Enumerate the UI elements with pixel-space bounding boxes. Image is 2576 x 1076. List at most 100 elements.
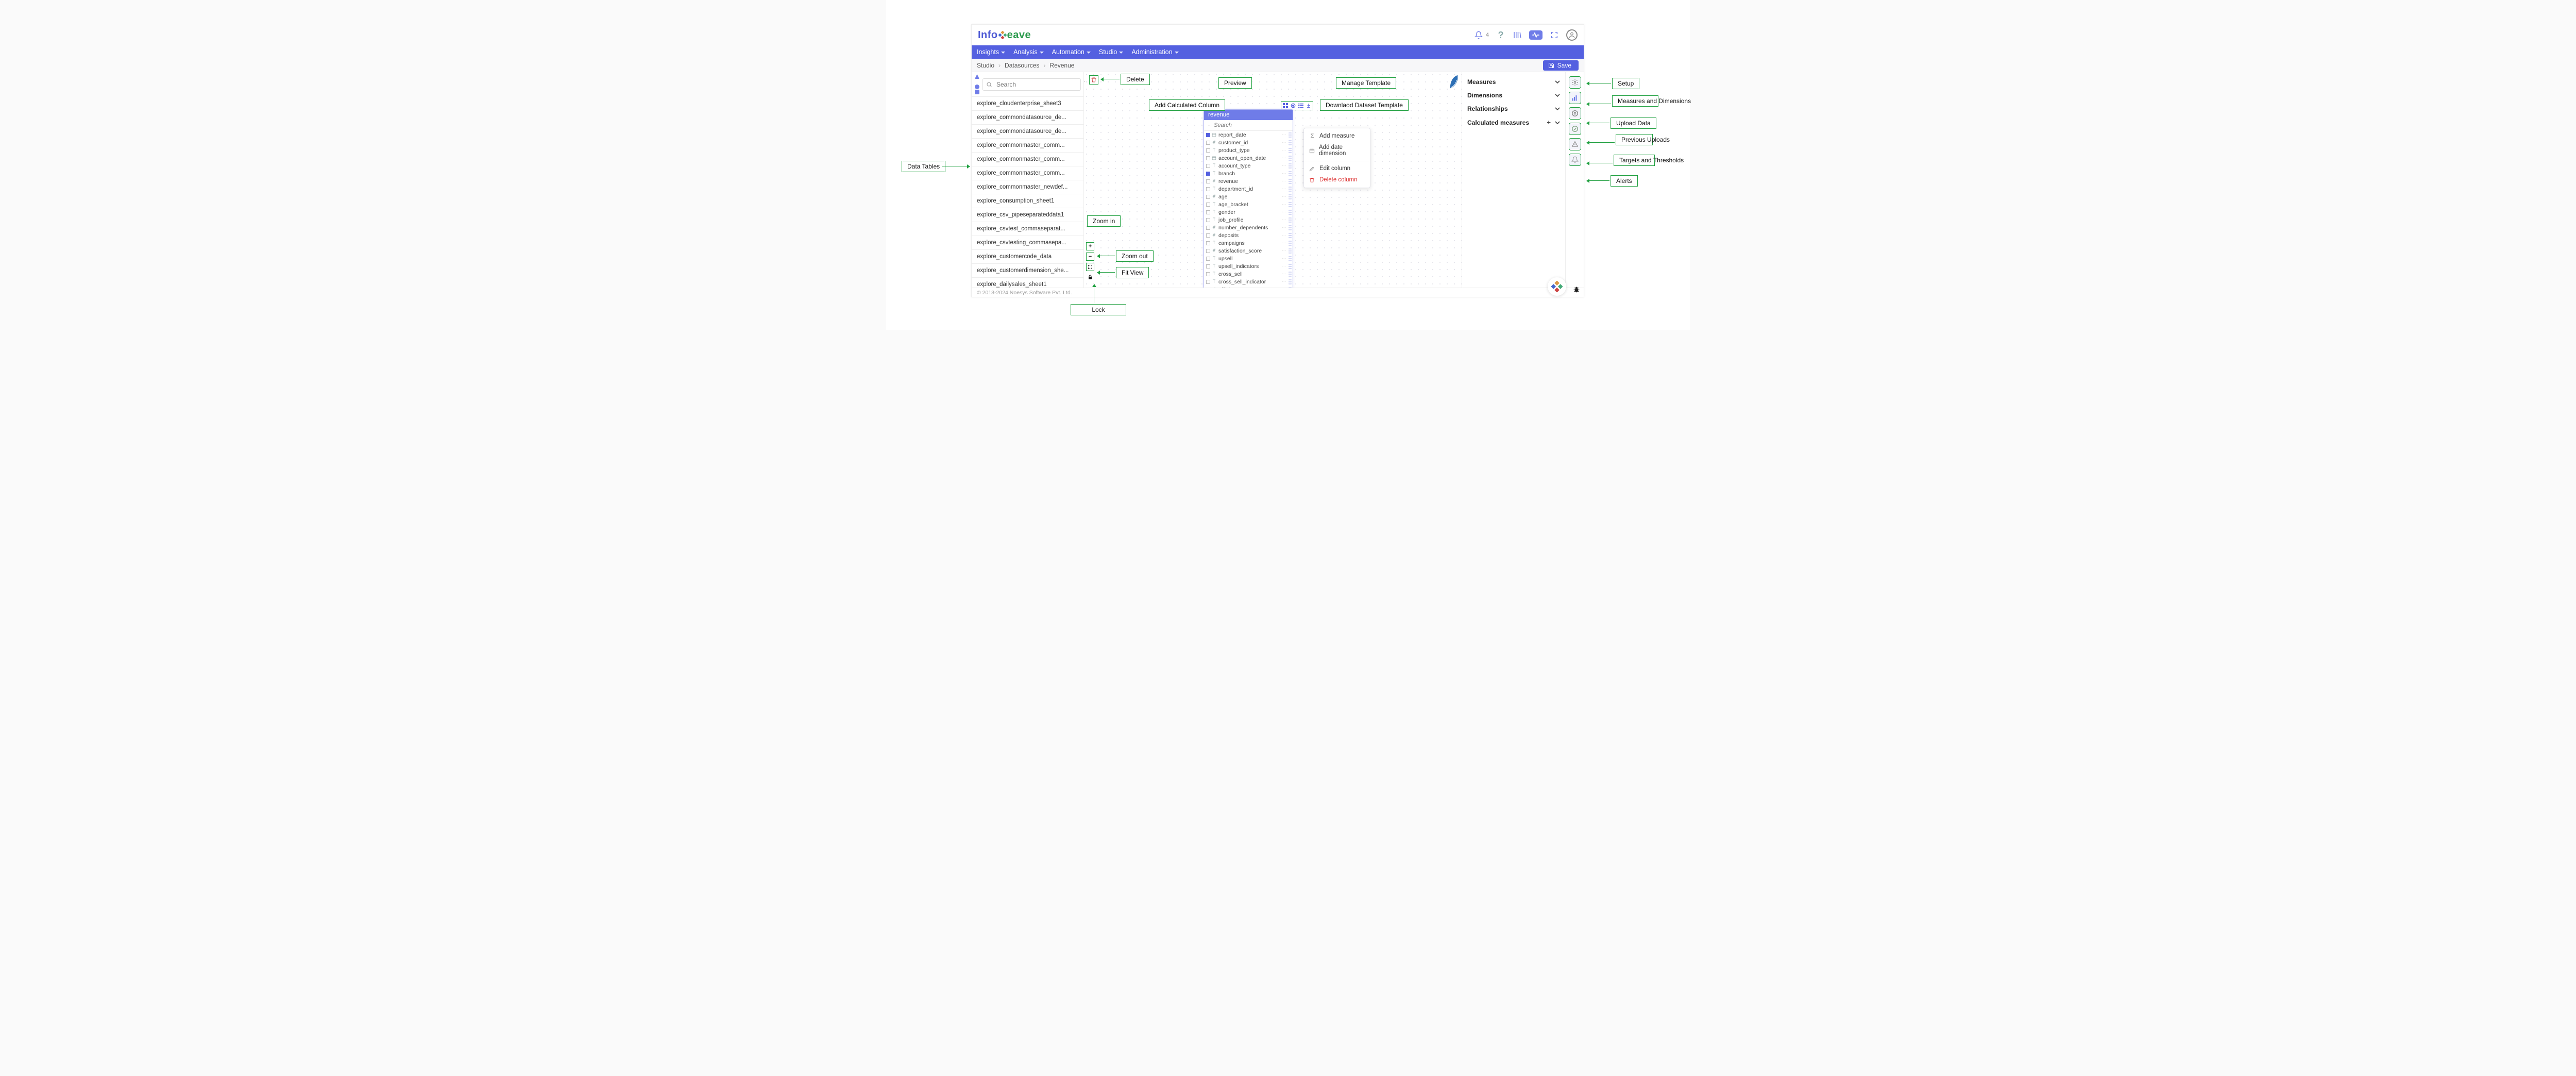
drag-handle-icon[interactable]: [1289, 163, 1292, 169]
table-row[interactable]: explore_csvtest_commaseparat...: [972, 222, 1083, 236]
manage-template-button[interactable]: [1297, 102, 1304, 109]
field-row[interactable]: report_date··: [1204, 131, 1293, 139]
table-row[interactable]: explore_dailysales_sheet1: [972, 278, 1083, 288]
checkbox[interactable]: [1206, 141, 1210, 145]
field-options-icon[interactable]: ··: [1281, 132, 1287, 138]
bell-icon[interactable]: [1474, 30, 1483, 40]
crumb-datasources[interactable]: Datasources: [1005, 62, 1039, 69]
table-row[interactable]: explore_commonmaster_newdef...: [972, 180, 1083, 194]
table-row[interactable]: explore_commonmaster_comm...: [972, 166, 1083, 180]
field-row[interactable]: Tage_bracket··: [1204, 200, 1293, 208]
download-template-button[interactable]: [1305, 102, 1312, 109]
field-options-icon[interactable]: ··: [1281, 155, 1287, 161]
field-row[interactable]: #revenue··: [1204, 177, 1293, 185]
drag-handle-icon[interactable]: [1289, 194, 1292, 199]
field-row[interactable]: #number_dependents··: [1204, 224, 1293, 231]
menu-studio[interactable]: Studio: [1099, 48, 1123, 56]
previous-uploads-button[interactable]: [1569, 123, 1581, 135]
field-options-icon[interactable]: ··: [1281, 147, 1287, 153]
plus-icon[interactable]: +: [1547, 119, 1551, 126]
drag-handle-icon[interactable]: [1289, 264, 1292, 269]
field-row[interactable]: Tupsell··: [1204, 255, 1293, 262]
checkbox[interactable]: [1206, 210, 1210, 214]
checkbox[interactable]: [1206, 233, 1210, 238]
field-options-icon[interactable]: ··: [1281, 263, 1287, 269]
crumb-studio[interactable]: Studio: [977, 62, 994, 69]
drag-handle-icon[interactable]: [1289, 140, 1292, 145]
field-row[interactable]: Tgender··: [1204, 208, 1293, 216]
checkbox[interactable]: [1206, 148, 1210, 153]
shapes-icon[interactable]: [975, 74, 979, 94]
menu-insights[interactable]: Insights: [977, 48, 1005, 56]
field-options-icon[interactable]: ··: [1281, 194, 1287, 199]
table-card-search[interactable]: [1204, 120, 1293, 131]
help-icon[interactable]: ?: [1496, 30, 1505, 40]
drag-handle-icon[interactable]: [1289, 156, 1292, 161]
ctx-delete-column[interactable]: Delete column: [1304, 174, 1370, 186]
ctx-edit-column[interactable]: Edit column: [1304, 163, 1370, 174]
field-options-icon[interactable]: ··: [1281, 217, 1287, 223]
field-options-icon[interactable]: ··: [1281, 232, 1287, 238]
field-options-icon[interactable]: ··: [1281, 201, 1287, 207]
drag-handle-icon[interactable]: [1289, 187, 1292, 192]
floating-logo-icon[interactable]: [1548, 277, 1566, 296]
checkbox[interactable]: [1206, 156, 1210, 160]
field-row[interactable]: Tcross_sell_indicator··: [1204, 278, 1293, 285]
checkbox[interactable]: [1206, 218, 1210, 222]
field-row[interactable]: #deposits··: [1204, 231, 1293, 239]
field-row[interactable]: Tproduct_type··: [1204, 146, 1293, 154]
field-row[interactable]: account_open_date··: [1204, 154, 1293, 162]
field-row[interactable]: Tcampaigns··: [1204, 239, 1293, 247]
field-row[interactable]: #satisfaction_score··: [1204, 247, 1293, 255]
field-options-icon[interactable]: ··: [1281, 178, 1287, 184]
field-options-icon[interactable]: ··: [1281, 256, 1287, 261]
sidebar-search-input[interactable]: [995, 80, 1077, 89]
field-row[interactable]: Tcross_sell··: [1204, 270, 1293, 278]
field-options-icon[interactable]: ··: [1281, 186, 1287, 192]
drag-handle-icon[interactable]: [1289, 148, 1292, 153]
upload-data-button[interactable]: [1569, 107, 1581, 120]
drag-handle-icon[interactable]: [1289, 179, 1292, 184]
table-card-revenue[interactable]: revenue report_date··#customer_id··Tprod…: [1204, 109, 1293, 288]
field-options-icon[interactable]: ··: [1281, 140, 1287, 145]
bug-icon[interactable]: [1572, 285, 1581, 294]
field-options-icon[interactable]: ··: [1281, 287, 1287, 288]
field-options-icon[interactable]: ··: [1281, 209, 1287, 215]
field-row[interactable]: Tupsell_indicators··: [1204, 262, 1293, 270]
field-options-icon[interactable]: ··: [1281, 271, 1287, 277]
measures-dimensions-button[interactable]: [1569, 92, 1581, 104]
field-row[interactable]: #affinity_score··: [1204, 285, 1293, 288]
drag-handle-icon[interactable]: [1289, 241, 1292, 246]
targets-thresholds-button[interactable]: [1569, 138, 1581, 150]
acc-calculated-measures[interactable]: Calculated measures+: [1466, 115, 1561, 129]
field-options-icon[interactable]: ··: [1281, 225, 1287, 230]
checkbox[interactable]: [1206, 203, 1210, 207]
table-row[interactable]: explore_customerdimension_she...: [972, 264, 1083, 278]
acc-relationships[interactable]: Relationships: [1466, 102, 1561, 115]
table-row[interactable]: explore_commondatasource_de...: [972, 111, 1083, 125]
field-row[interactable]: Taccount_type··: [1204, 162, 1293, 170]
field-row[interactable]: #age··: [1204, 193, 1293, 200]
table-row[interactable]: explore_commonmaster_comm...: [972, 153, 1083, 166]
drag-handle-icon[interactable]: [1289, 233, 1292, 238]
checkbox[interactable]: [1206, 133, 1210, 137]
field-options-icon[interactable]: ··: [1281, 163, 1287, 169]
fullscreen-icon[interactable]: [1550, 30, 1559, 40]
field-options-icon[interactable]: ··: [1281, 171, 1287, 176]
drag-handle-icon[interactable]: [1289, 225, 1292, 230]
table-row[interactable]: explore_consumption_sheet1: [972, 194, 1083, 208]
drag-handle-icon[interactable]: [1289, 287, 1292, 288]
add-calculated-column-button[interactable]: [1282, 102, 1289, 109]
acc-measures[interactable]: Measures: [1466, 75, 1561, 89]
activity-icon[interactable]: [1529, 30, 1543, 40]
alerts-button[interactable]: [1569, 154, 1581, 166]
table-row[interactable]: explore_csvtesting_commasepa...: [972, 236, 1083, 250]
field-options-icon[interactable]: ··: [1281, 240, 1287, 246]
zoom-in-button[interactable]: +: [1086, 242, 1094, 250]
drag-handle-icon[interactable]: [1289, 210, 1292, 215]
table-row[interactable]: explore_cloudenterprise_sheet3: [972, 97, 1083, 111]
checkbox[interactable]: [1206, 264, 1210, 268]
drag-handle-icon[interactable]: [1289, 217, 1292, 223]
acc-dimensions[interactable]: Dimensions: [1466, 89, 1561, 102]
drag-handle-icon[interactable]: [1289, 272, 1292, 277]
